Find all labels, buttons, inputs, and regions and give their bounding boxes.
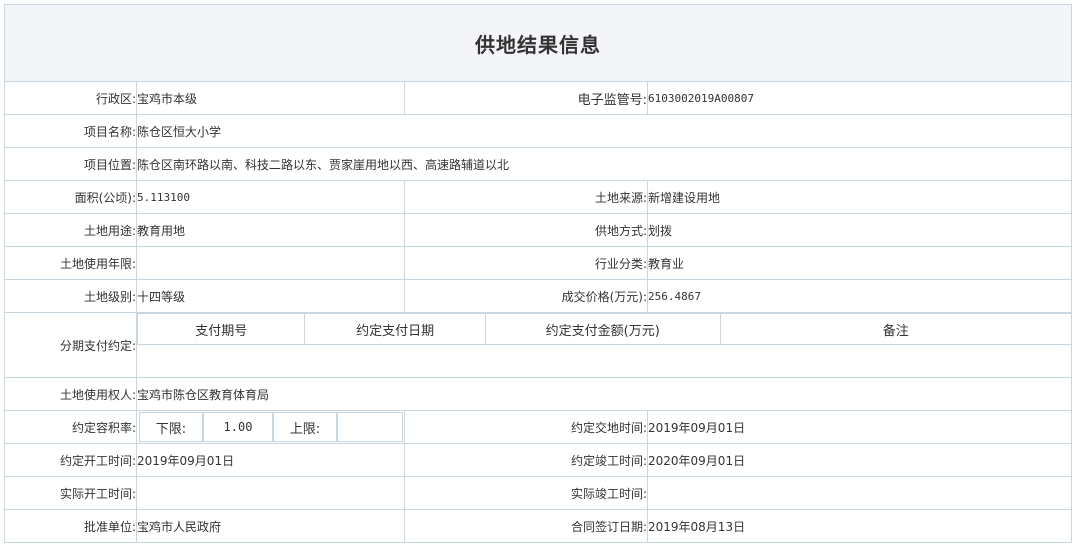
project-name-label: 项目名称: bbox=[4, 114, 137, 148]
actual-completion-value bbox=[647, 476, 1072, 510]
installment-cell: 支付期号 约定支付日期 约定支付金额(万元) 备注 bbox=[136, 312, 1072, 378]
land-supply-table: 供地结果信息 行政区: 宝鸡市本级 电子监管号: 6103002019A0080… bbox=[4, 4, 1072, 543]
start-time-label: 约定开工时间: bbox=[4, 443, 137, 477]
installment-header-date: 约定支付日期 bbox=[304, 313, 486, 345]
land-grade-label: 土地级别: bbox=[4, 279, 137, 313]
district-label: 行政区: bbox=[4, 81, 137, 115]
land-source-value: 新增建设用地 bbox=[647, 180, 1072, 214]
approver-label: 批准单位: bbox=[4, 509, 137, 543]
land-use-label: 土地用途: bbox=[4, 213, 137, 247]
far-label: 约定容积率: bbox=[4, 410, 137, 444]
start-time-value: 2019年09月01日 bbox=[136, 443, 405, 477]
price-label: 成交价格(万元): bbox=[404, 279, 648, 313]
use-term-value bbox=[136, 246, 405, 280]
delivery-time-value: 2019年09月01日 bbox=[647, 410, 1072, 444]
installment-label: 分期支付约定: bbox=[4, 312, 137, 378]
far-lower-label: 下限: bbox=[139, 412, 203, 442]
industry-value: 教育业 bbox=[647, 246, 1072, 280]
delivery-time-label: 约定交地时间: bbox=[404, 410, 648, 444]
supply-method-label: 供地方式: bbox=[404, 213, 648, 247]
project-location-value: 陈仓区南环路以南、科技二路以东、贾家崖用地以西、高速路辅道以北 bbox=[136, 147, 1072, 181]
completion-time-label: 约定竣工时间: bbox=[404, 443, 648, 477]
area-value: 5.113100 bbox=[136, 180, 405, 214]
installment-header-period: 支付期号 bbox=[136, 313, 306, 345]
industry-label: 行业分类: bbox=[404, 246, 648, 280]
land-supply-result-page: 供地结果信息 行政区: 宝鸡市本级 电子监管号: 6103002019A0080… bbox=[0, 0, 1075, 553]
far-upper-label: 上限: bbox=[273, 412, 337, 442]
land-user-value: 宝鸡市陈仓区教育体育局 bbox=[136, 377, 1072, 411]
contract-date-label: 合同签订日期: bbox=[404, 509, 648, 543]
supply-method-value: 划拨 bbox=[647, 213, 1072, 247]
land-use-value: 教育用地 bbox=[136, 213, 405, 247]
installment-header-remark: 备注 bbox=[719, 313, 1071, 345]
district-value: 宝鸡市本级 bbox=[136, 81, 405, 115]
price-value: 256.4867 bbox=[647, 279, 1072, 313]
land-user-label: 土地使用权人: bbox=[4, 377, 137, 411]
completion-time-value: 2020年09月01日 bbox=[647, 443, 1072, 477]
page-title: 供地结果信息 bbox=[4, 4, 1072, 82]
land-source-label: 土地来源: bbox=[404, 180, 648, 214]
installment-table: 支付期号 约定支付日期 约定支付金额(万元) 备注 bbox=[136, 313, 1071, 345]
far-range: 下限: 1.00 上限: bbox=[139, 411, 404, 443]
far-lower-value: 1.00 bbox=[203, 412, 273, 442]
installment-header-amount: 约定支付金额(万元) bbox=[484, 313, 721, 345]
far-cell: 下限: 1.00 上限: bbox=[136, 410, 405, 444]
actual-completion-label: 实际竣工时间: bbox=[404, 476, 648, 510]
supervision-number-label: 电子监管号: bbox=[404, 81, 648, 115]
approver-value: 宝鸡市人民政府 bbox=[136, 509, 405, 543]
contract-date-value: 2019年08月13日 bbox=[647, 509, 1072, 543]
land-grade-value: 十四等级 bbox=[136, 279, 405, 313]
area-label: 面积(公顷): bbox=[4, 180, 137, 214]
supervision-number-value: 6103002019A00807 bbox=[647, 81, 1072, 115]
actual-start-value bbox=[136, 476, 405, 510]
project-name-value: 陈仓区恒大小学 bbox=[136, 114, 1072, 148]
far-upper-value bbox=[337, 412, 403, 442]
actual-start-label: 实际开工时间: bbox=[4, 476, 137, 510]
project-location-label: 项目位置: bbox=[4, 147, 137, 181]
use-term-label: 土地使用年限: bbox=[4, 246, 137, 280]
